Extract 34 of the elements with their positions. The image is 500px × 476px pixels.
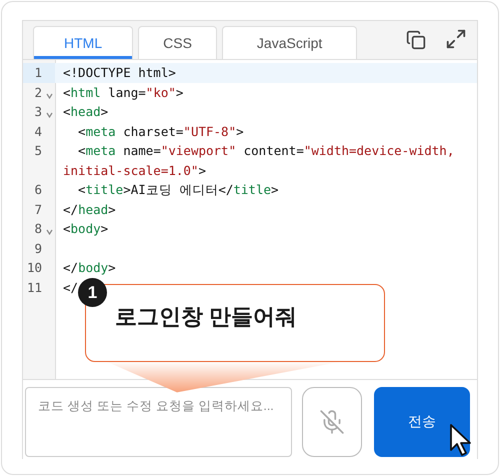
fold-icon[interactable] — [46, 112, 53, 118]
line-number: 6 — [33, 181, 42, 199]
line-number: 1 — [33, 64, 42, 82]
code-line: <title>AI코딩 에디터</title> — [77, 181, 279, 199]
copy-icon[interactable] — [406, 30, 426, 50]
prompt-field[interactable]: 코드 생성 또는 수정 요청을 입력하세요... — [25, 387, 292, 457]
line-number: 2 — [33, 84, 42, 102]
code-line: <html lang="ko"> — [63, 84, 184, 102]
editor-tab[interactable]: CSS — [138, 26, 217, 59]
code-line: <meta name="viewport" content="width=device-width, — [77, 142, 454, 160]
code-line: </ — [63, 278, 78, 296]
line-number: 8 — [33, 220, 42, 238]
code-line: <!DOCTYPE html> — [63, 64, 176, 82]
fold-icon[interactable] — [46, 92, 53, 98]
code-line: </body> — [63, 259, 116, 277]
line-number: 4 — [33, 122, 42, 140]
editor-tab[interactable]: HTML — [33, 26, 134, 59]
expand-icon[interactable] — [445, 28, 467, 50]
line-number: 5 — [33, 142, 42, 160]
code-line: initial-scale=1.0"> — [63, 162, 206, 180]
line-number: 10 — [26, 259, 42, 277]
code-line: <body> — [63, 220, 108, 238]
code-line: </head> — [63, 200, 116, 218]
fold-icon[interactable] — [46, 229, 53, 235]
line-number: 9 — [33, 240, 42, 258]
code-line: <meta charset="UTF-8"> — [77, 122, 244, 140]
line-number: 11 — [26, 278, 42, 296]
editor-tab[interactable]: JavaScript — [222, 26, 358, 59]
send-button[interactable]: 전송 — [374, 387, 470, 457]
code-line: <head> — [63, 103, 108, 121]
line-number: 3 — [33, 103, 42, 121]
muted-mic-icon — [319, 409, 345, 435]
mic-button[interactable] — [302, 387, 362, 457]
line-number: 7 — [33, 200, 42, 218]
